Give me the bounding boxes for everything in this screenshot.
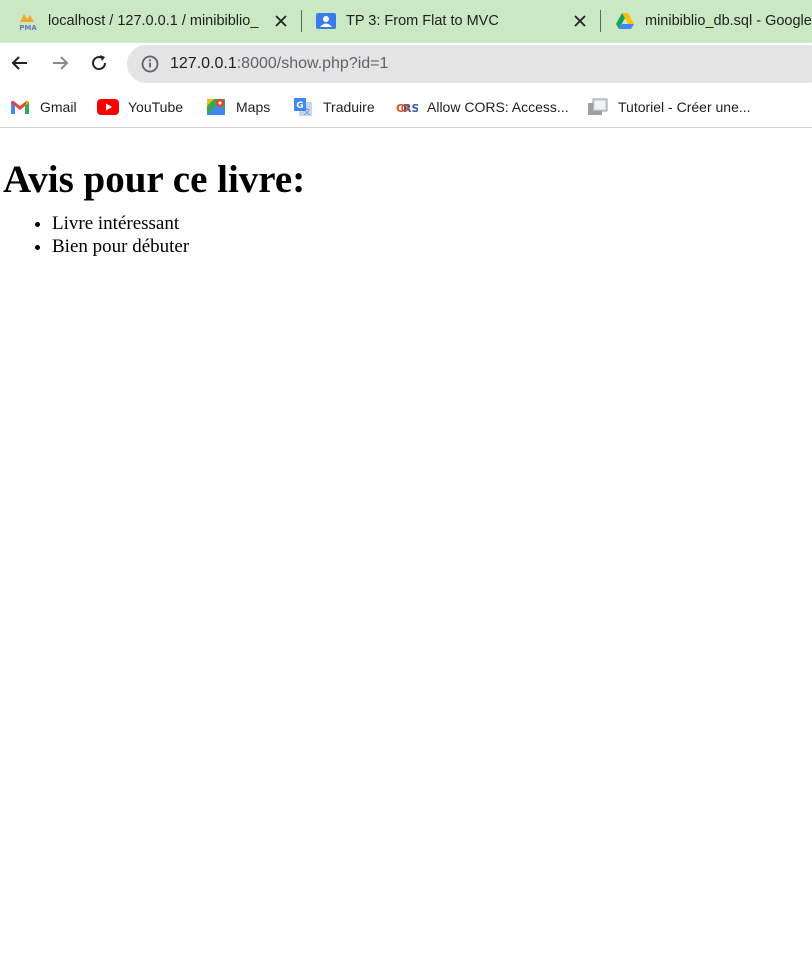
svg-text:RS: RS	[403, 102, 418, 115]
tab-separator	[600, 10, 601, 32]
back-arrow-icon[interactable]	[8, 51, 32, 75]
bookmark-gmail[interactable]: Gmail	[9, 95, 77, 119]
tab-close-icon[interactable]	[271, 11, 291, 31]
list-item: Bien pour débuter	[52, 235, 812, 258]
tab-title: TP 3: From Flat to MVC	[346, 13, 499, 29]
bookmark-maps[interactable]: Maps	[205, 95, 270, 119]
bookmarks-bar: Gmail YouTube Maps G 文 Traduire C RS All…	[0, 86, 812, 128]
maps-icon	[205, 96, 227, 118]
bookmark-tutoriel[interactable]: Tutoriel - Créer une...	[587, 95, 751, 119]
bookmark-label: Tutoriel - Créer une...	[618, 99, 751, 115]
bookmark-label: Traduire	[323, 99, 375, 115]
tab-tp3[interactable]: TP 3: From Flat to MVC	[316, 0, 590, 42]
address-bar[interactable]: 127.0.0.1:8000/show.php?id=1	[127, 45, 812, 83]
bookmark-allow-cors[interactable]: C RS Allow CORS: Access...	[396, 95, 569, 119]
tab-localhost[interactable]: PMA localhost / 127.0.0.1 / minibiblio_	[18, 0, 293, 42]
toolbar: 127.0.0.1:8000/show.php?id=1	[0, 42, 812, 86]
tutorial-icon	[587, 96, 609, 118]
phpmyadmin-icon: PMA	[18, 11, 38, 31]
forward-arrow-icon[interactable]	[48, 51, 72, 75]
cors-icon: C RS	[396, 96, 418, 118]
google-drive-icon	[615, 11, 635, 31]
bookmark-youtube[interactable]: YouTube	[97, 95, 183, 119]
browser-chrome: PMA localhost / 127.0.0.1 / minibiblio_ …	[0, 0, 812, 128]
svg-text:PMA: PMA	[19, 24, 37, 31]
google-classroom-icon	[316, 11, 336, 31]
reload-icon[interactable]	[87, 51, 111, 75]
bookmark-label: Allow CORS: Access...	[427, 99, 569, 115]
url-path: :8000/show.php?id=1	[236, 55, 389, 72]
bookmark-label: YouTube	[128, 99, 184, 115]
list-item: Livre intéressant	[52, 212, 812, 235]
youtube-icon	[97, 96, 119, 118]
tab-separator	[301, 10, 302, 32]
url-host: 127.0.0.1	[170, 55, 237, 72]
tab-minibiblio-db[interactable]: minibiblio_db.sql - Google	[615, 0, 812, 42]
translate-icon: G 文	[292, 96, 314, 118]
bookmark-label: Maps	[236, 99, 271, 115]
site-info-icon[interactable]	[139, 53, 161, 75]
bookmark-traduire[interactable]: G 文 Traduire	[292, 95, 375, 119]
gmail-icon	[9, 96, 31, 118]
tab-close-icon[interactable]	[570, 11, 590, 31]
tab-title: minibiblio_db.sql - Google	[645, 13, 812, 29]
svg-text:文: 文	[304, 107, 311, 116]
page-title: Avis pour ce livre:	[3, 158, 306, 201]
page-content: Avis pour ce livre: Livre intéressant Bi…	[0, 160, 812, 258]
tab-strip: PMA localhost / 127.0.0.1 / minibiblio_ …	[0, 0, 812, 42]
tab-title: localhost / 127.0.0.1 / minibiblio_	[48, 13, 259, 29]
url-text: 127.0.0.1:8000/show.php?id=1	[170, 55, 388, 73]
bookmark-label: Gmail	[40, 99, 77, 115]
review-list: Livre intéressant Bien pour débuter	[0, 212, 812, 258]
